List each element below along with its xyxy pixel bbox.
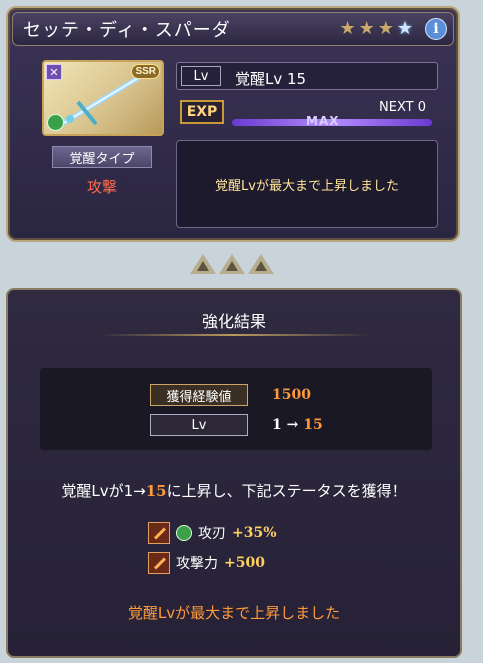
- progress-arrows: [190, 254, 274, 274]
- result-footer-message: 覚醒Lvが最大まで上昇しました: [127, 604, 341, 622]
- skill-icon: [47, 114, 64, 131]
- bonus-name: 攻刃: [198, 526, 226, 542]
- attack-up-icon: [148, 522, 170, 544]
- enhancement-result-panel: 強化結果 獲得経験値 1500 Lv 1 → 15 覚醒Lvが1→15に上昇し、…: [6, 288, 462, 658]
- summary-highlight: 15: [145, 482, 167, 500]
- bonus-value: +35%: [232, 525, 277, 541]
- uncap-stars: ★ ★ ★ ★: [339, 20, 413, 38]
- bonus-value: +500: [224, 555, 265, 571]
- awaken-type-value: 攻撃: [86, 178, 117, 196]
- rarity-badge: SSR: [131, 64, 160, 79]
- next-exp-label: NEXT 0: [379, 100, 426, 115]
- result-stats-box: 獲得経験値 1500 Lv 1 → 15: [40, 368, 432, 450]
- arrow-up-icon: [248, 254, 274, 274]
- bonus-row: 攻撃力 +500: [148, 552, 265, 574]
- weapon-name: セッテ・ディ・スパーダ: [23, 20, 231, 41]
- gained-exp-tag: 獲得経験値: [150, 384, 248, 406]
- star-icon: ★: [377, 18, 394, 39]
- exp-tag: EXP: [180, 100, 224, 124]
- bonus-row: 攻刃 +35%: [148, 522, 277, 544]
- summary-prefix: 覚醒Lvが1→: [61, 482, 146, 500]
- weapon-card[interactable]: ✕ SSR: [42, 60, 164, 136]
- title-divider: [98, 334, 370, 336]
- info-icon[interactable]: i: [425, 18, 447, 40]
- level-row: Lv 覚醒Lv 15: [176, 62, 438, 90]
- summary-suffix: に上昇し、下記ステータスを獲得！: [166, 482, 407, 500]
- level-to: 15: [303, 417, 323, 433]
- level-arrow: →: [286, 417, 299, 433]
- weapon-status-panel: セッテ・ディ・スパーダ ★ ★ ★ ★ i ✕ SSR 覚醒タイプ 攻撃 Lv …: [6, 6, 460, 242]
- awaken-message: 覚醒Lvが最大まで上昇しました: [176, 140, 438, 228]
- level-tag: Lv: [181, 66, 221, 86]
- exp-row: EXP NEXT 0 MAX: [176, 98, 438, 134]
- attack-up-icon: [148, 552, 170, 574]
- bonus-name: 攻撃力: [176, 556, 218, 572]
- result-title: 強化結果: [201, 312, 266, 331]
- exp-max-label: MAX: [306, 114, 340, 128]
- gained-exp-value: 1500: [272, 387, 311, 403]
- title-bar: セッテ・ディ・スパーダ ★ ★ ★ ★ i: [12, 12, 454, 46]
- star-icon: ★: [358, 18, 375, 39]
- level-value: 覚醒Lv 15: [235, 70, 307, 88]
- skill-icon: [176, 525, 192, 541]
- result-level-tag: Lv: [150, 414, 248, 436]
- star-icon: ★: [396, 18, 413, 39]
- dark-element-icon: ✕: [46, 64, 62, 80]
- result-level-value: 1 → 15: [272, 417, 323, 433]
- star-icon: ★: [339, 18, 356, 39]
- arrow-up-icon: [190, 254, 216, 274]
- awaken-type-label: 覚醒タイプ: [52, 146, 152, 168]
- level-from: 1: [272, 417, 282, 433]
- arrow-up-icon: [219, 254, 245, 274]
- result-summary: 覚醒Lvが1→15に上昇し、下記ステータスを獲得！: [8, 480, 460, 501]
